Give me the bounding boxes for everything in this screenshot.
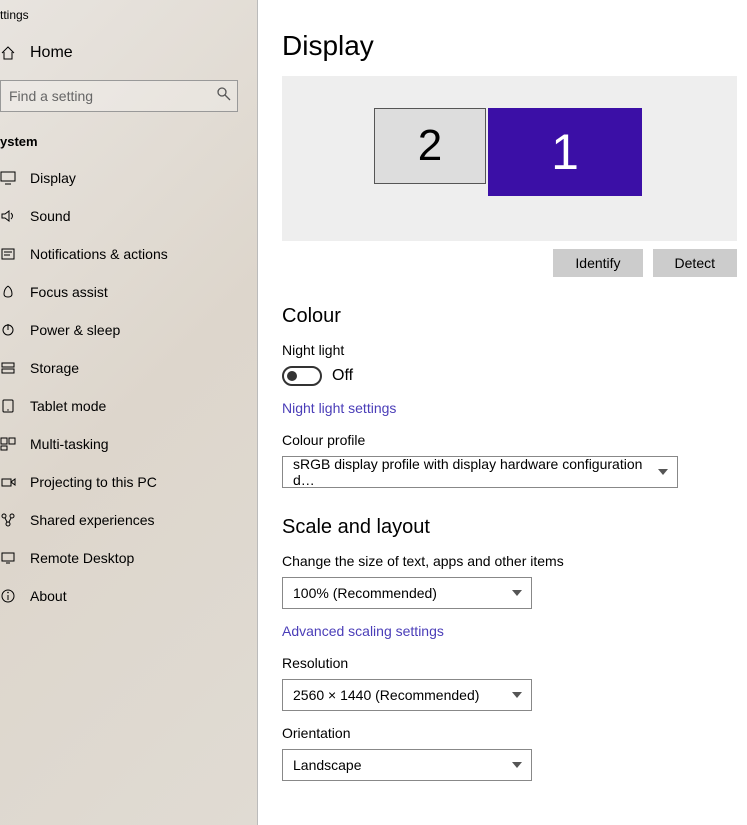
nav-item-power-sleep[interactable]: Power & sleep (0, 311, 257, 349)
nav-item-label: Storage (30, 360, 79, 376)
main-content: Display 2 1 Identify Detect Colour Night… (258, 0, 747, 825)
power-icon (0, 322, 16, 338)
nav-list: Display Sound Notifications & actions Focus… (0, 159, 257, 615)
about-icon (0, 588, 16, 604)
nav-item-notifications-actions[interactable]: Notifications & actions (0, 235, 257, 273)
nav-item-focus-assist[interactable]: Focus assist (0, 273, 257, 311)
nav-item-label: Focus assist (30, 284, 108, 300)
nav-item-tablet-mode[interactable]: Tablet mode (0, 387, 257, 425)
nav-item-label: Shared experiences (30, 512, 155, 528)
night-light-toggle[interactable] (282, 366, 322, 386)
colour-profile-label: Colour profile (282, 432, 747, 448)
resolution-label: Resolution (282, 655, 747, 671)
nav-item-label: Tablet mode (30, 398, 106, 414)
night-light-state: Off (332, 367, 353, 385)
focus-icon (0, 284, 16, 300)
nav-item-label: Remote Desktop (30, 550, 134, 566)
nav-item-shared-experiences[interactable]: Shared experiences (0, 501, 257, 539)
nav-item-label: Display (30, 170, 76, 186)
home-icon (0, 45, 16, 61)
notifications-icon (0, 246, 16, 262)
nav-item-label: Power & sleep (30, 322, 120, 338)
monitor-1[interactable]: 1 (488, 108, 642, 196)
display-buttons: Identify Detect (282, 249, 737, 277)
storage-icon (0, 360, 16, 376)
page-title: Display (282, 30, 747, 62)
nav-item-storage[interactable]: Storage (0, 349, 257, 387)
nav-item-label: About (30, 588, 67, 604)
nav-item-label: Projecting to this PC (30, 474, 157, 490)
home-nav[interactable]: Home (0, 30, 257, 76)
sidebar: ttings Home ystem Display Sound Notificati… (0, 0, 258, 825)
remote-icon (0, 550, 16, 566)
search-input[interactable] (0, 80, 238, 112)
orientation-select[interactable]: Landscape (282, 749, 532, 781)
nav-item-projecting-to-this-pc[interactable]: Projecting to this PC (0, 463, 257, 501)
nav-item-label: Sound (30, 208, 70, 224)
nav-item-sound[interactable]: Sound (0, 197, 257, 235)
text-size-label: Change the size of text, apps and other … (282, 553, 747, 569)
nav-item-multi-tasking[interactable]: Multi-tasking (0, 425, 257, 463)
home-label: Home (30, 44, 73, 62)
display-icon (0, 170, 16, 186)
colour-heading: Colour (282, 305, 747, 328)
night-light-label: Night light (282, 342, 747, 358)
night-light-toggle-row: Off (282, 366, 747, 386)
window-title: ttings (0, 0, 257, 30)
colour-profile-select[interactable]: sRGB display profile with display hardwa… (282, 456, 678, 488)
resolution-select[interactable]: 2560 × 1440 (Recommended) (282, 679, 532, 711)
nav-item-about[interactable]: About (0, 577, 257, 615)
nav-item-remote-desktop[interactable]: Remote Desktop (0, 539, 257, 577)
nav-item-label: Multi-tasking (30, 436, 109, 452)
section-header: ystem (0, 128, 257, 159)
display-arrangement[interactable]: 2 1 (282, 76, 737, 241)
shared-icon (0, 512, 16, 528)
search-container (0, 80, 238, 112)
advanced-scaling-link[interactable]: Advanced scaling settings (282, 623, 444, 639)
sound-icon (0, 208, 16, 224)
detect-button[interactable]: Detect (653, 249, 737, 277)
search-icon[interactable] (216, 86, 232, 102)
monitor-2[interactable]: 2 (374, 108, 486, 184)
nav-item-label: Notifications & actions (30, 246, 168, 262)
tablet-icon (0, 398, 16, 414)
night-light-settings-link[interactable]: Night light settings (282, 400, 396, 416)
multitask-icon (0, 436, 16, 452)
text-size-select[interactable]: 100% (Recommended) (282, 577, 532, 609)
nav-item-display[interactable]: Display (0, 159, 257, 197)
scale-heading: Scale and layout (282, 516, 747, 539)
project-icon (0, 474, 16, 490)
identify-button[interactable]: Identify (553, 249, 642, 277)
orientation-label: Orientation (282, 725, 747, 741)
